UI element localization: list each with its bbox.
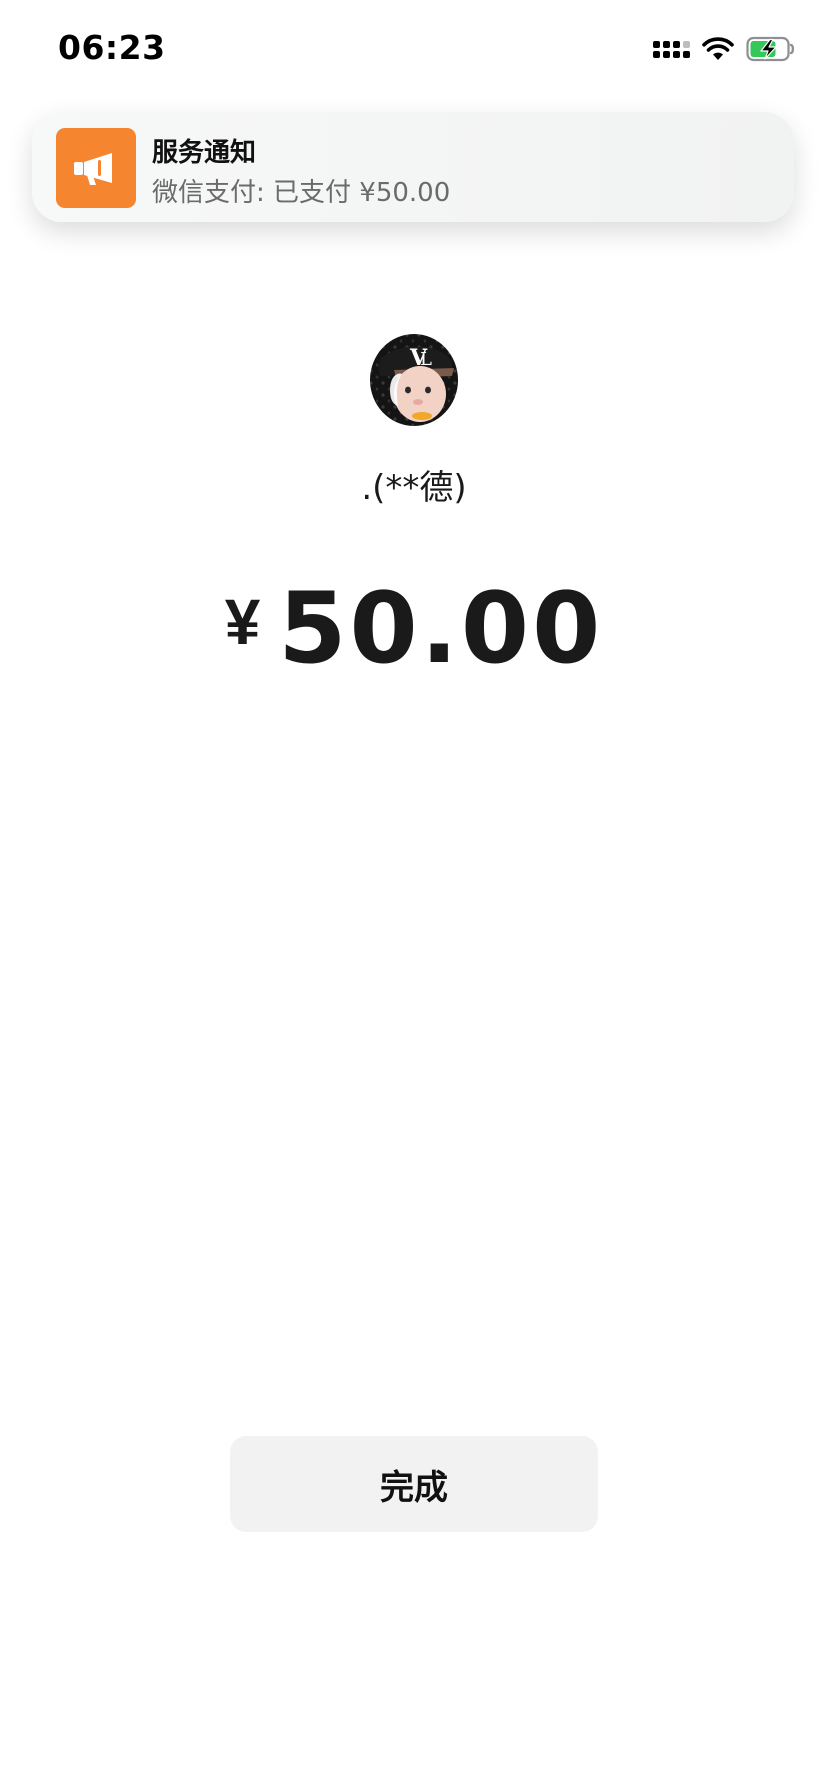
payment-amount: ¥ 50.00 [0, 572, 828, 686]
currency-symbol: ¥ [224, 586, 261, 658]
payee-avatar: V L [370, 334, 458, 426]
payment-success-screen: 06:23 服务通知 微信支付: 已支付 ¥50.00 V L .(**德) ¥… [0, 0, 828, 1792]
wifi-icon [702, 37, 734, 60]
status-bar: 06:23 [0, 0, 828, 100]
done-button[interactable]: 完成 [230, 1436, 598, 1532]
status-time: 06:23 [58, 28, 166, 67]
cellular-signal-icon [653, 40, 690, 58]
notification-body: 微信支付: 已支付 ¥50.00 [152, 178, 451, 208]
service-notification-banner[interactable]: 服务通知 微信支付: 已支付 ¥50.00 [32, 112, 794, 222]
battery-charging-icon [746, 36, 795, 62]
megaphone-icon [74, 153, 112, 185]
amount-value: 50.00 [278, 572, 604, 686]
payee-name: .(**德) [361, 468, 467, 508]
notification-title: 服务通知 [152, 138, 257, 168]
service-notification-app-icon [56, 128, 136, 208]
status-icons [653, 34, 796, 64]
